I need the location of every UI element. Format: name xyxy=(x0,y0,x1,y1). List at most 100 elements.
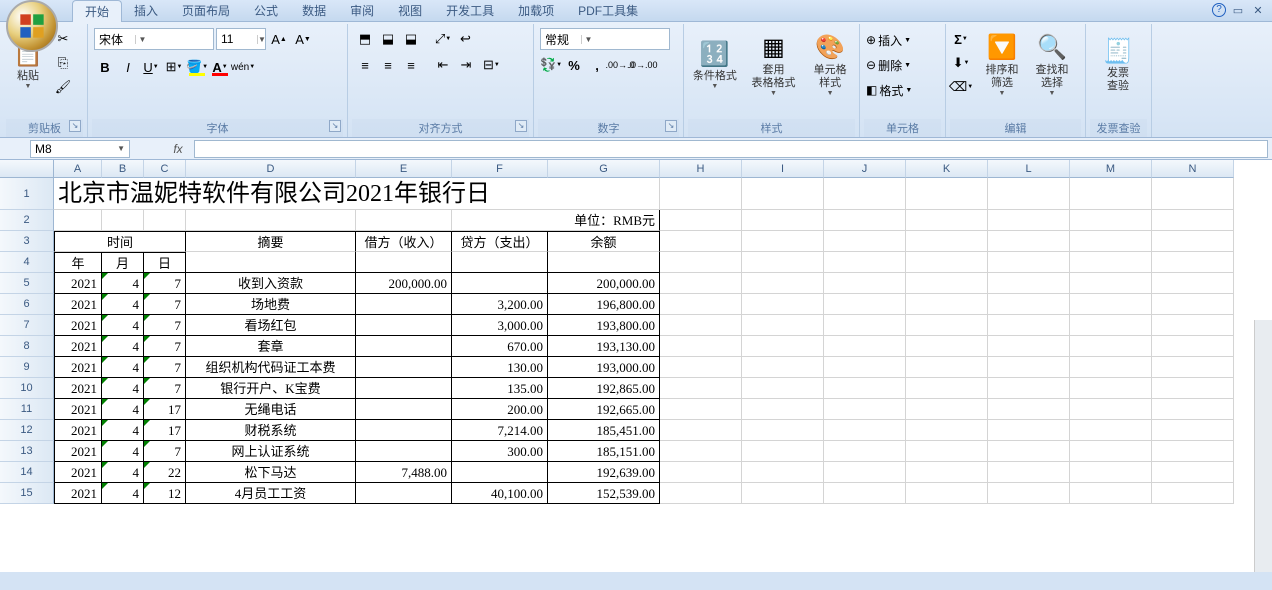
cell[interactable] xyxy=(660,357,742,378)
cell[interactable] xyxy=(144,210,186,231)
cell[interactable]: 银行开户、K宝费 xyxy=(186,378,356,399)
decrease-indent-button[interactable]: ⇤ xyxy=(432,54,454,76)
tab-0[interactable]: 开始 xyxy=(72,0,122,22)
cell[interactable]: 4 xyxy=(102,483,144,504)
cell[interactable] xyxy=(660,420,742,441)
cell[interactable] xyxy=(1070,273,1152,294)
cell[interactable] xyxy=(356,357,452,378)
cell[interactable] xyxy=(824,399,906,420)
cell[interactable] xyxy=(1152,399,1234,420)
column-header[interactable]: K xyxy=(906,160,988,178)
cell[interactable]: 年 xyxy=(54,252,102,273)
cell[interactable]: 192,865.00 xyxy=(548,378,660,399)
fx-button[interactable]: fx xyxy=(166,142,190,156)
column-header[interactable]: N xyxy=(1152,160,1234,178)
cell[interactable]: 4 xyxy=(102,399,144,420)
cell[interactable] xyxy=(356,483,452,504)
cell[interactable]: 看场红包 xyxy=(186,315,356,336)
align-center-button[interactable]: ≡ xyxy=(377,54,399,76)
cell[interactable] xyxy=(906,378,988,399)
cell[interactable]: 7 xyxy=(144,294,186,315)
cell[interactable] xyxy=(742,399,824,420)
cell[interactable]: 7,488.00 xyxy=(356,462,452,483)
cell[interactable] xyxy=(906,252,988,273)
cell[interactable]: 193,130.00 xyxy=(548,336,660,357)
shrink-font-button[interactable]: A▼ xyxy=(292,28,314,50)
cell[interactable] xyxy=(356,210,452,231)
cell[interactable] xyxy=(356,315,452,336)
tab-6[interactable]: 视图 xyxy=(386,0,434,22)
cell[interactable]: 7 xyxy=(144,357,186,378)
cell[interactable] xyxy=(742,357,824,378)
formula-input[interactable] xyxy=(194,140,1268,158)
cell[interactable] xyxy=(742,483,824,504)
cell[interactable] xyxy=(906,357,988,378)
cell[interactable]: 17 xyxy=(144,399,186,420)
cell[interactable]: 收到入资款 xyxy=(186,273,356,294)
cell[interactable] xyxy=(824,315,906,336)
cell[interactable] xyxy=(742,420,824,441)
cell[interactable] xyxy=(988,357,1070,378)
cell[interactable] xyxy=(186,210,356,231)
cell[interactable] xyxy=(988,441,1070,462)
align-left-button[interactable]: ≡ xyxy=(354,54,376,76)
cell[interactable]: 4 xyxy=(102,336,144,357)
cell[interactable] xyxy=(356,294,452,315)
column-header[interactable]: H xyxy=(660,160,742,178)
select-all-corner[interactable] xyxy=(0,160,54,178)
cell[interactable] xyxy=(356,378,452,399)
cell[interactable] xyxy=(988,252,1070,273)
cell[interactable]: 摘要 xyxy=(186,231,356,252)
cell[interactable]: 2021 xyxy=(54,273,102,294)
cell[interactable] xyxy=(906,420,988,441)
column-header[interactable]: I xyxy=(742,160,824,178)
cell[interactable] xyxy=(906,294,988,315)
cell[interactable]: 135.00 xyxy=(452,378,548,399)
font-name-combo[interactable]: 宋体▼ xyxy=(94,28,214,50)
cell[interactable]: 193,800.00 xyxy=(548,315,660,336)
cell[interactable] xyxy=(906,462,988,483)
cell[interactable] xyxy=(988,483,1070,504)
cell[interactable]: 2021 xyxy=(54,294,102,315)
column-header[interactable]: G xyxy=(548,160,660,178)
dialog-launcher-icon[interactable]: ↘ xyxy=(515,120,527,132)
cell[interactable] xyxy=(548,252,660,273)
row-header[interactable]: 3 xyxy=(0,231,54,252)
cell[interactable] xyxy=(1152,483,1234,504)
cell[interactable]: 贷方（支出） xyxy=(452,231,548,252)
minimize-ribbon-icon[interactable]: ▭ xyxy=(1230,3,1246,19)
cell[interactable] xyxy=(1152,357,1234,378)
cell[interactable] xyxy=(1070,357,1152,378)
column-header[interactable]: M xyxy=(1070,160,1152,178)
cell[interactable] xyxy=(824,357,906,378)
border-button[interactable]: ⊞▼ xyxy=(163,56,185,78)
tab-4[interactable]: 数据 xyxy=(290,0,338,22)
number-format-combo[interactable]: 常规▼ xyxy=(540,28,670,50)
cell[interactable] xyxy=(906,210,988,231)
column-header[interactable]: J xyxy=(824,160,906,178)
cell[interactable]: 2021 xyxy=(54,378,102,399)
cell[interactable] xyxy=(906,399,988,420)
cell[interactable] xyxy=(1152,294,1234,315)
cell[interactable]: 12 xyxy=(144,483,186,504)
cell[interactable] xyxy=(1152,273,1234,294)
row-header[interactable]: 10 xyxy=(0,378,54,399)
cell[interactable]: 300.00 xyxy=(452,441,548,462)
cell[interactable] xyxy=(988,178,1070,210)
cell[interactable]: 3,200.00 xyxy=(452,294,548,315)
cell[interactable] xyxy=(906,315,988,336)
cell[interactable] xyxy=(742,273,824,294)
cell[interactable] xyxy=(660,441,742,462)
tab-9[interactable]: PDF工具集 xyxy=(566,0,650,22)
row-header[interactable]: 2 xyxy=(0,210,54,231)
cell[interactable] xyxy=(1070,252,1152,273)
cell[interactable]: 193,000.00 xyxy=(548,357,660,378)
row-header[interactable]: 13 xyxy=(0,441,54,462)
cell[interactable] xyxy=(186,252,356,273)
font-size-combo[interactable]: 11▼ xyxy=(216,28,266,50)
dialog-launcher-icon[interactable]: ↘ xyxy=(665,120,677,132)
cell[interactable]: 670.00 xyxy=(452,336,548,357)
cell[interactable] xyxy=(906,273,988,294)
cell[interactable]: 200,000.00 xyxy=(356,273,452,294)
merge-center-button[interactable]: ⊟▼ xyxy=(478,54,505,76)
